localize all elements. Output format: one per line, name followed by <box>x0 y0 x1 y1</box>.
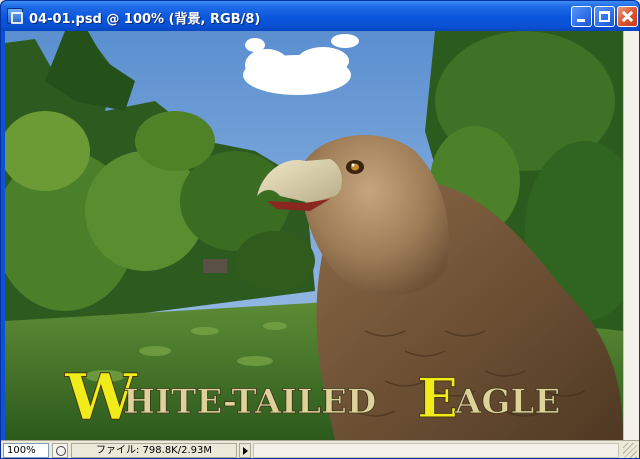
minimize-icon <box>577 19 585 22</box>
minimize-button[interactable] <box>571 6 592 27</box>
image-canvas[interactable]: W HITE-TAILED E AGLE <box>5 31 623 440</box>
status-bar: 100% ファイル: 798.8K/2.93M <box>1 440 639 458</box>
status-options-icon[interactable] <box>52 443 68 458</box>
caption-word-white-tailed: HITE-TAILED <box>123 382 376 422</box>
maximize-icon <box>599 11 610 22</box>
status-menu-arrow-icon[interactable] <box>239 443 251 458</box>
caption-word-agle: AGLE <box>454 382 560 422</box>
caption-initial-e: E <box>417 366 458 430</box>
vertical-scrollbar[interactable] <box>623 31 639 440</box>
distant-hut <box>203 259 227 273</box>
resize-grip[interactable] <box>623 443 637 458</box>
file-size-info: ファイル: 798.8K/2.93M <box>71 443 237 458</box>
zoom-field[interactable]: 100% <box>3 443 49 458</box>
photoshop-document-icon[interactable] <box>7 8 23 24</box>
maximize-button[interactable] <box>594 6 615 27</box>
close-button[interactable] <box>617 6 638 27</box>
document-window: 04-01.psd @ 100% (背景, RGB/8) W HITE-TAIL… <box>0 0 640 459</box>
window-title: 04-01.psd @ 100% (背景, RGB/8) <box>29 12 261 27</box>
eagle-photo: W HITE-TAILED E AGLE <box>5 31 623 440</box>
close-icon <box>618 7 637 26</box>
horizontal-scrollbar[interactable] <box>253 443 619 458</box>
title-bar[interactable]: 04-01.psd @ 100% (背景, RGB/8) <box>1 1 639 31</box>
